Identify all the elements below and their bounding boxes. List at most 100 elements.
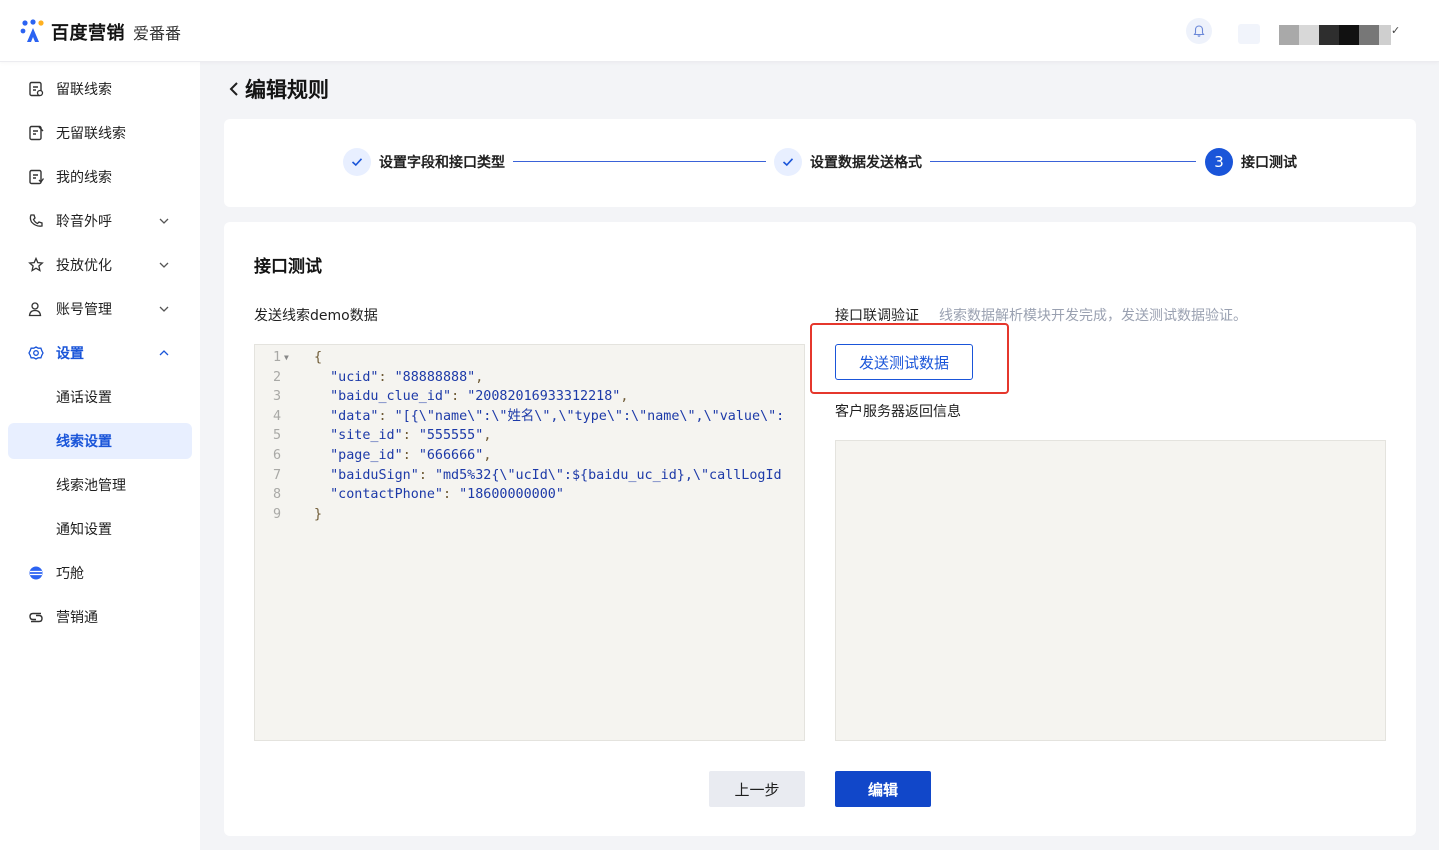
response-textarea[interactable] xyxy=(835,440,1386,741)
sidebar-item-outbound-call[interactable]: 聆音外呼 xyxy=(8,203,192,239)
json-punctuation xyxy=(314,409,330,424)
json-value: "[{\"name\":\"姓名\",\"type\":\"name\",\"v… xyxy=(394,408,785,424)
page-title-bar: 编辑规则 xyxy=(227,74,329,104)
user-account-menu[interactable] xyxy=(1279,25,1391,45)
sidebar-item-marketing-link[interactable]: 营销通 xyxy=(8,599,192,635)
chevron-down-icon xyxy=(159,218,169,224)
sidebar-item-label: 通话设置 xyxy=(56,390,112,406)
sidebar-item-account-management[interactable]: 账号管理 xyxy=(8,291,192,327)
baidu-marketing-logo-icon xyxy=(20,19,44,42)
json-punctuation: { xyxy=(314,350,323,365)
edit-button[interactable]: 编辑 xyxy=(835,771,931,807)
code-text: } xyxy=(314,505,322,525)
sidebar-subitem-call-settings[interactable]: 通话设置 xyxy=(8,379,192,415)
json-key: "page_id" xyxy=(330,448,403,463)
sidebar-subitem-lead-settings[interactable]: 线索设置 xyxy=(8,423,192,459)
code-line: 1 ▼ { xyxy=(255,348,804,368)
sidebar-item-settings[interactable]: 设置 xyxy=(8,335,192,371)
json-key: "contactPhone" xyxy=(330,487,443,503)
code-line: 3 "baidu_clue_id": "20082016933312218", xyxy=(255,387,804,407)
sidebar-item-label: 聆音外呼 xyxy=(56,214,112,230)
json-punctuation xyxy=(314,370,330,385)
code-text: "data": "[{\"name\":\"姓名\",\"type\":\"na… xyxy=(314,407,784,427)
sidebar-subitem-notification-settings[interactable]: 通知设置 xyxy=(8,511,192,547)
line-number: 3 xyxy=(272,389,281,405)
json-punctuation xyxy=(314,487,330,502)
json-punctuation: , xyxy=(483,428,492,444)
sidebar-item-label: 设置 xyxy=(56,346,84,362)
line-number: 6 xyxy=(272,448,281,463)
line-number: 8 xyxy=(272,487,281,503)
bell-icon xyxy=(1193,25,1205,37)
json-punctuation xyxy=(314,428,330,443)
sidebar-item-ad-optimization[interactable]: 投放优化 xyxy=(8,247,192,283)
sidebar: 留联线索 无留联线索 我的线索 聆音外呼 投放优化 账号管理 设置 通话设置 线… xyxy=(0,62,200,850)
json-punctuation: : xyxy=(378,369,395,385)
sidebar-item-qiaocang[interactable]: 巧舱 xyxy=(8,555,192,591)
fold-toggle-icon[interactable]: ▼ xyxy=(284,348,289,368)
step-label: 设置数据发送格式 xyxy=(810,155,922,171)
code-line: 4 "data": "[{\"name\":\"姓名\",\"type\":\"… xyxy=(255,407,804,427)
code-text: "ucid": "88888888", xyxy=(314,368,483,388)
my-leads-icon xyxy=(29,169,44,185)
lead-retained-icon xyxy=(29,81,44,97)
interface-test-card: 接口测试 发送线索demo数据 1 ▼ {2 "ucid": "88888888",… xyxy=(224,222,1416,836)
json-value: "md5%32{\"ucId\":${baidu_uc_id},\"callLo… xyxy=(434,467,782,483)
json-punctuation: : xyxy=(418,467,435,483)
back-arrow-icon[interactable] xyxy=(227,79,241,99)
demo-data-code-editor[interactable]: 1 ▼{2 "ucid": "88888888", 3 "baidu_clue_id… xyxy=(254,344,805,741)
check-icon xyxy=(782,158,794,167)
line-number: 7 xyxy=(272,467,281,483)
check-icon xyxy=(351,158,363,167)
sidebar-item-label: 账号管理 xyxy=(56,302,112,318)
previous-step-button[interactable]: 上一步 xyxy=(709,771,805,807)
json-punctuation: } xyxy=(314,506,323,522)
send-test-data-button[interactable]: 发送测试数据 xyxy=(835,344,973,380)
json-value: "555555" xyxy=(418,428,484,444)
stepper: 设置字段和接口类型 设置数据发送格式 3 接口测试 xyxy=(224,119,1416,207)
sidebar-item-label: 巧舱 xyxy=(56,566,84,582)
json-punctuation: : xyxy=(451,389,468,405)
json-punctuation: : xyxy=(443,487,460,503)
line-number: 4 xyxy=(272,408,281,424)
top-header: 百度营销 爱番番 ✓ xyxy=(0,0,1439,62)
sidebar-item-label: 线索设置 xyxy=(56,434,112,450)
step-connector xyxy=(513,161,766,162)
sidebar-item-label: 通知设置 xyxy=(56,522,112,538)
json-key: "baiduSign" xyxy=(330,467,419,483)
code-text: "contactPhone": "18600000000" xyxy=(314,485,564,505)
code-text: "baiduSign": "md5%32{\"ucId\":${baidu_uc… xyxy=(314,466,782,486)
json-punctuation: , xyxy=(483,448,492,463)
sidebar-item-retained-leads[interactable]: 留联线索 xyxy=(8,71,192,107)
sidebar-item-label: 投放优化 xyxy=(56,258,112,274)
json-key: "site_id" xyxy=(330,428,403,444)
step-current-circle: 3 xyxy=(1205,148,1233,176)
sidebar-item-label: 线索池管理 xyxy=(56,478,126,494)
sidebar-item-label: 无留联线索 xyxy=(56,126,126,142)
step-done-circle xyxy=(343,148,371,176)
chevron-down-icon xyxy=(159,306,169,312)
sidebar-subitem-lead-pool[interactable]: 线索池管理 xyxy=(8,467,192,503)
chevron-up-icon xyxy=(159,350,169,356)
code-line: 7 "baiduSign": "md5%32{\"ucId\":${baidu_… xyxy=(255,466,804,486)
phone-call-icon xyxy=(29,214,43,227)
step-3: 3 接口测试 xyxy=(1205,148,1297,176)
step-1: 设置字段和接口类型 xyxy=(343,148,505,176)
sidebar-item-my-leads[interactable]: 我的线索 xyxy=(8,159,192,195)
json-punctuation: : xyxy=(402,448,419,463)
marketing-link-icon xyxy=(29,612,43,623)
json-punctuation xyxy=(314,389,330,404)
sidebar-item-label: 我的线索 xyxy=(56,170,112,186)
product-name: 爱番番 xyxy=(133,24,182,43)
header-app-button[interactable] xyxy=(1238,24,1260,44)
page-title: 编辑规则 xyxy=(245,78,329,102)
json-punctuation: , xyxy=(620,389,629,405)
optimize-icon xyxy=(28,257,44,272)
brand-name: 百度营销 xyxy=(51,23,125,44)
sidebar-item-no-contact-leads[interactable]: 无留联线索 xyxy=(8,115,192,151)
json-value: "666666" xyxy=(418,448,484,463)
brand-logo[interactable]: 百度营销 爱番番 xyxy=(19,18,181,46)
json-key: "data" xyxy=(330,408,379,424)
notification-button[interactable] xyxy=(1186,18,1212,44)
account-dropdown-icon[interactable]: ✓ xyxy=(1391,24,1400,37)
